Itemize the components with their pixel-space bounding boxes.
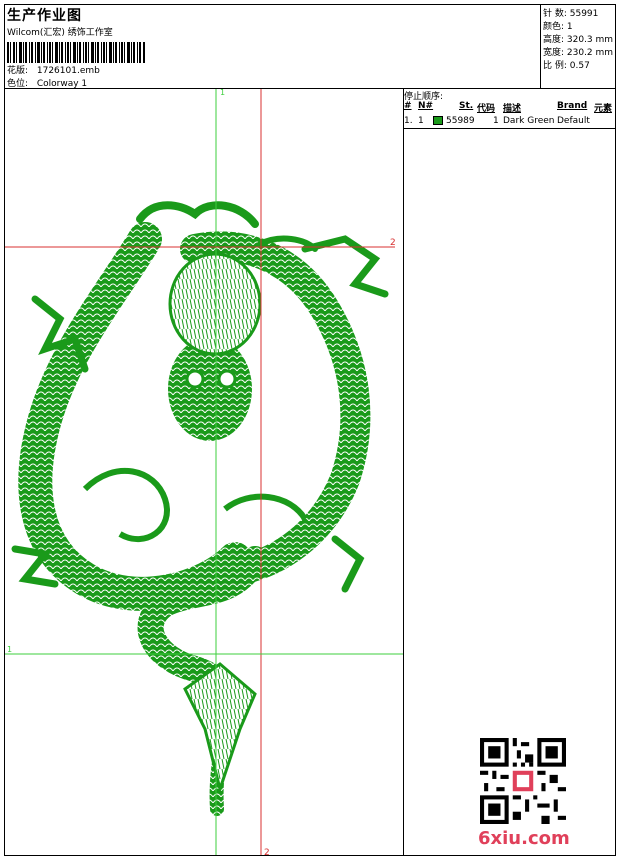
row-description: Dark Green [503, 116, 555, 126]
col-header-code: 代码 [477, 104, 496, 114]
row-stitches: 55989 [446, 116, 475, 126]
color-count: 颜色: 1 [543, 22, 573, 32]
design-height: 高度: 320.3 mm [543, 35, 614, 45]
design-file-label: 花版: [7, 66, 29, 76]
barcode [7, 42, 145, 63]
stop-sequence-panel: 停止顺序: # N# St. 代码 描述 Brand 元素 1. 1 55989… [404, 89, 616, 129]
col-header-index: # [404, 101, 412, 111]
design-preview: 1 2 2 1 [5, 89, 403, 855]
studio-name: Wilcom(汇宏) 绣饰工作室 [7, 28, 113, 38]
guide-label-v2: 2 [264, 848, 270, 855]
dragon-embroidery [11, 201, 389, 816]
col-header-brand: Brand [557, 101, 588, 111]
design-file-value: 1726101.emb [36, 66, 100, 76]
col-header-element: 元素 [594, 104, 613, 114]
guide-label-h2: 2 [390, 238, 396, 248]
stats-box: 针 数: 55991 颜色: 1 高度: 320.3 mm 宽度: 230.2 … [540, 5, 616, 88]
header-info: 生产作业图 Wilcom(汇宏) 绣饰工作室 花版: 1726101.emb 色… [5, 5, 540, 89]
row-brand: Default [557, 116, 590, 126]
design-scale: 比 例: 0.57 [543, 61, 590, 71]
row-code: 1 [493, 116, 499, 126]
qr-code [480, 738, 566, 824]
stitch-count: 针 数: 55991 [543, 9, 599, 19]
col-header-needle: N# [418, 101, 434, 111]
col-header-description: 描述 [503, 104, 522, 114]
col-header-stitches: St. [459, 101, 474, 111]
page-title: 生产作业图 [7, 8, 82, 24]
design-file: 花版: 1726101.emb [7, 63, 100, 76]
panel-divider [403, 88, 404, 856]
panel-table-divider [404, 128, 616, 129]
row-needle: 1 [418, 116, 424, 126]
design-width: 宽度: 230.2 mm [543, 48, 614, 58]
thread-swatch [433, 116, 443, 125]
guide-label-h1: 1 [7, 645, 12, 654]
watermark-text: 6xiu.com [478, 828, 570, 849]
guide-label-v1: 1 [220, 89, 225, 97]
row-index: 1. [404, 116, 413, 126]
